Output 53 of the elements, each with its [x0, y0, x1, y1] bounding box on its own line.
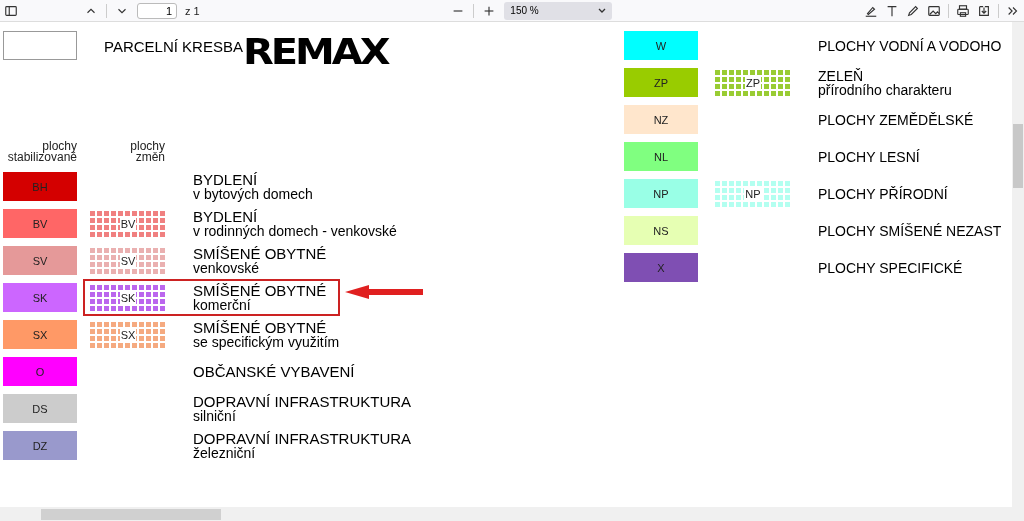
- color-swatch: NZ: [624, 105, 698, 134]
- hatched-swatch: SK: [90, 283, 166, 312]
- color-swatch: SV: [3, 246, 77, 275]
- color-swatch: BV: [3, 209, 77, 238]
- save-icon[interactable]: [977, 3, 991, 18]
- color-swatch: O: [3, 357, 77, 386]
- image-icon[interactable]: [927, 3, 941, 18]
- legend-label: PLOCHY SPECIFICKÉ: [818, 260, 963, 275]
- color-swatch: X: [624, 253, 698, 282]
- page-count: z 1: [185, 4, 200, 17]
- legend-label: PLOCHY SMÍŠENÉ NEZAST: [818, 223, 1002, 238]
- legend-label: SMÍŠENÉ OBYTNÉ komerční: [193, 283, 327, 312]
- arrow-icon: [345, 285, 423, 299]
- legend-label: SMÍŠENÉ OBYTNÉ se specifickým využitím: [193, 320, 340, 349]
- vertical-scrollbar[interactable]: [1012, 22, 1024, 507]
- zoom-dropdown[interactable]: 150 %: [504, 1, 613, 20]
- print-icon[interactable]: [956, 3, 970, 18]
- text-icon[interactable]: [885, 3, 899, 18]
- hatched-swatch: SV: [90, 246, 166, 275]
- hatched-swatch: ZP: [715, 68, 791, 97]
- color-swatch: DS: [3, 394, 77, 423]
- color-swatch: NS: [624, 216, 698, 245]
- color-swatch: W: [624, 31, 698, 60]
- legend-label: ZELEŇ přírodního charakteru: [818, 68, 952, 97]
- pen-icon[interactable]: [906, 3, 920, 18]
- legend-label: SMÍŠENÉ OBYTNÉ venkovské: [193, 246, 327, 275]
- page-number-field[interactable]: 1: [137, 2, 177, 19]
- color-swatch: SK: [3, 283, 77, 312]
- color-swatch: NP: [624, 179, 698, 208]
- color-swatch: ZP: [624, 68, 698, 97]
- legend-label: DOPRAVNÍ INFRASTRUKTURA silniční: [193, 394, 412, 423]
- color-swatch: NL: [624, 142, 698, 171]
- legend-label: PLOCHY LESNÍ: [818, 149, 920, 164]
- column-header: plochy změn: [129, 141, 165, 166]
- logo: REMAX: [242, 33, 388, 69]
- color-swatch: DZ: [3, 431, 77, 460]
- sidebar-toggle-icon[interactable]: [4, 3, 18, 18]
- legend-label: DOPRAVNÍ INFRASTRUKTURA železniční: [193, 431, 412, 460]
- legend-label: BYDLENÍ v bytových domech: [193, 172, 313, 201]
- horizontal-scrollbar[interactable]: [0, 507, 1024, 521]
- legend-label: OBČANSKÉ VYBAVENÍ: [193, 364, 355, 379]
- column-header: plochy stabilizované: [6, 141, 77, 166]
- legend-label: PLOCHY VODNÍ A VODOHO: [818, 38, 1002, 53]
- caret-icon: [598, 7, 607, 14]
- legend-label: PLOCHY PŘÍRODNÍ: [818, 186, 948, 201]
- color-swatch: BH: [3, 172, 77, 201]
- hatched-swatch: SX: [90, 320, 166, 349]
- legend-title: PARCELNÍ KRESBA: [104, 38, 243, 55]
- hatched-swatch: BV: [90, 209, 166, 238]
- color-swatch: SX: [3, 320, 77, 349]
- legend-label: PLOCHY ZEMĚDĚLSKÉ: [818, 112, 974, 127]
- legend-label: BYDLENÍ v rodinných domech - venkovské: [193, 209, 397, 238]
- hatched-swatch: NP: [715, 179, 791, 208]
